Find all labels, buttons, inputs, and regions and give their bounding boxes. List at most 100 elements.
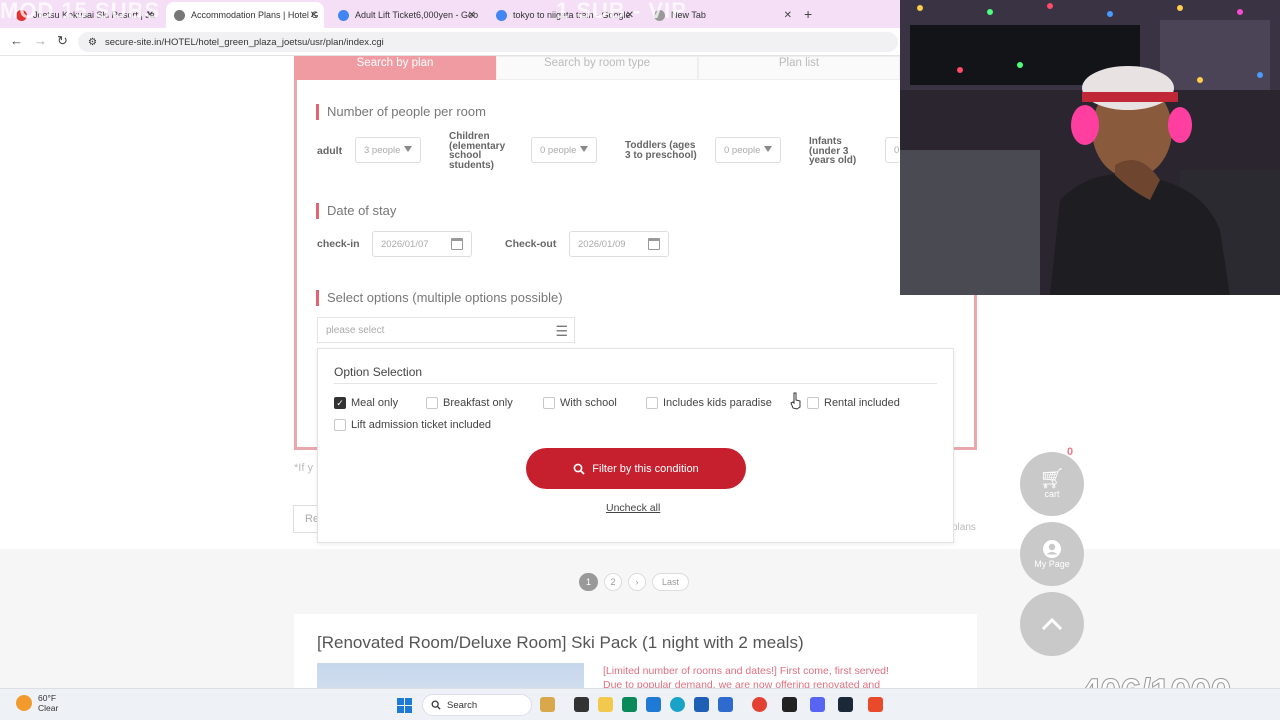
tab-search-by-room-type[interactable]: Search by room type [496,56,698,80]
chevron-down-icon [404,146,412,152]
discord-icon[interactable] [810,697,825,712]
tab-search-by-plan[interactable]: Search by plan [294,56,496,80]
scroll-to-top-button[interactable] [1020,592,1084,656]
option-label: With school [560,397,617,409]
checkbox-icon[interactable] [334,419,346,431]
option-with-school[interactable]: With school [543,397,617,409]
chrome-icon[interactable] [752,697,767,712]
windows-taskbar: 60°F Clear Search [0,688,1280,720]
plan-description-line: [Limited number of rooms and dates!] Fir… [603,665,889,677]
edge-icon[interactable] [670,697,685,712]
infants-label: Infants (under 3 years old) [809,137,856,166]
plan-title[interactable]: [Renovated Room/Deluxe Room] Ski Pack (1… [317,633,804,653]
close-tab-icon[interactable]: ✕ [784,10,792,21]
url-text: secure-site.in/HOTEL/hotel_green_plaza_j… [104,36,384,48]
task-view-icon[interactable] [574,697,589,712]
weather-text: 60°F Clear [38,693,58,713]
infants-select[interactable]: 0 [885,137,900,163]
adult-select[interactable]: 3 people [355,137,421,163]
next-page-button[interactable]: › [628,573,646,591]
user-icon [1043,540,1061,558]
option-label: Rental included [824,397,900,409]
options-placeholder: please select [326,324,385,336]
new-tab-button[interactable]: + [804,6,812,22]
tab-plan-list[interactable]: Plan list [698,56,900,80]
checkbox-icon[interactable] [646,397,658,409]
url-field[interactable]: ⚙ secure-site.in/HOTEL/hotel_green_plaza… [78,32,898,52]
option-kids-paradise[interactable]: Includes kids paradise [646,397,772,409]
reload-icon[interactable]: ↻ [57,33,68,49]
calendar-icon[interactable] [451,238,463,250]
children-label: Children (elementary school students) [449,132,505,170]
site-info-icon[interactable]: ⚙ [88,37,97,48]
option-lift-ticket[interactable]: Lift admission ticket included [334,419,491,431]
app-icon[interactable] [782,697,797,712]
filter-sliders-icon: ☰ [555,323,568,339]
infants-label-line: years old) [809,155,857,166]
app-icon[interactable] [718,697,733,712]
option-breakfast-only[interactable]: Breakfast only [426,397,513,409]
option-meal-only[interactable]: ✓ Meal only [334,397,398,409]
steam-icon[interactable] [838,697,853,712]
back-arrow-icon[interactable]: ← [10,33,23,48]
google-icon [338,9,349,21]
hand-cursor-icon [790,392,801,410]
children-select[interactable]: 0 people [531,137,597,163]
file-explorer-icon[interactable] [598,697,613,712]
popup-title: Option Selection [334,365,423,379]
uncheck-all-link[interactable]: Uncheck all [606,502,660,514]
option-label: Meal only [351,397,399,409]
google-icon [496,9,507,21]
cart-count-badge: 0 [1067,446,1074,458]
search-tabs: Search by plan Search by room type Plan … [294,56,900,80]
people-section-title: Number of people per room [316,104,486,120]
close-tab-icon[interactable]: ✕ [468,10,476,21]
adult-label: adult [317,145,343,157]
checkout-date-value: 2026/01/09 [578,238,626,250]
app-icon[interactable] [694,697,709,712]
checkin-date-field[interactable]: 2026/01/07 [372,231,472,257]
option-rental-included[interactable]: Rental included [807,397,900,409]
infants-select-value: 0 [894,144,900,156]
cart-icon: 🛒︎ [1039,468,1065,490]
calendar-icon[interactable] [648,238,660,250]
weather-condition: Clear [38,703,59,713]
checkbox-icon[interactable] [543,397,555,409]
divider [334,383,937,384]
webcam-image [900,0,1280,295]
option-label: Includes kids paradise [663,397,772,409]
windows-start-icon[interactable] [397,698,412,713]
close-tab-icon[interactable]: ✕ [310,10,318,21]
checkbox-checked-icon[interactable]: ✓ [334,397,346,409]
toddlers-select[interactable]: 0 people [715,137,781,163]
app-icon[interactable] [868,697,883,712]
checkout-date-field[interactable]: 2026/01/09 [569,231,669,257]
checkbox-icon[interactable] [426,397,438,409]
chevron-up-icon [1041,617,1063,631]
checkbox-icon[interactable] [807,397,819,409]
last-page-button[interactable]: Last [652,573,689,591]
store-icon[interactable] [646,697,661,712]
browser-tab-active[interactable]: Accommodation Plans | Hotel G ✕ [166,2,324,28]
taskbar-search[interactable]: Search [422,694,532,716]
checkout-label: Check-out [505,238,557,250]
app-icon[interactable] [622,697,637,712]
my-page-button[interactable]: My Page [1020,522,1084,586]
page-2-button[interactable]: 2 [604,573,622,591]
search-icon [431,700,441,710]
toddlers-label: Toddlers (ages 3 to preschool) [625,141,697,160]
children-select-value: 0 people [540,144,577,156]
plans-link[interactable]: plans [952,522,976,533]
stream-overlay-left: MOD 15 SUBS [0,0,161,23]
page-1-button[interactable]: 1 [579,573,598,591]
options-select-field[interactable]: please select ☰ [317,317,575,343]
weather-widget[interactable]: 60°F Clear [16,693,58,713]
chevron-down-icon [580,146,588,152]
widgets-icon[interactable] [540,697,555,712]
filter-button[interactable]: Filter by this condition [526,448,746,489]
browser-tab[interactable]: Adult Lift Ticket6,000yen - Goo ✕ [330,4,482,26]
streamer-webcam [900,0,1280,295]
option-label: Breakfast only [443,397,513,409]
forward-arrow-icon[interactable]: → [34,33,47,48]
cart-button[interactable]: 🛒︎ cart [1020,452,1084,516]
